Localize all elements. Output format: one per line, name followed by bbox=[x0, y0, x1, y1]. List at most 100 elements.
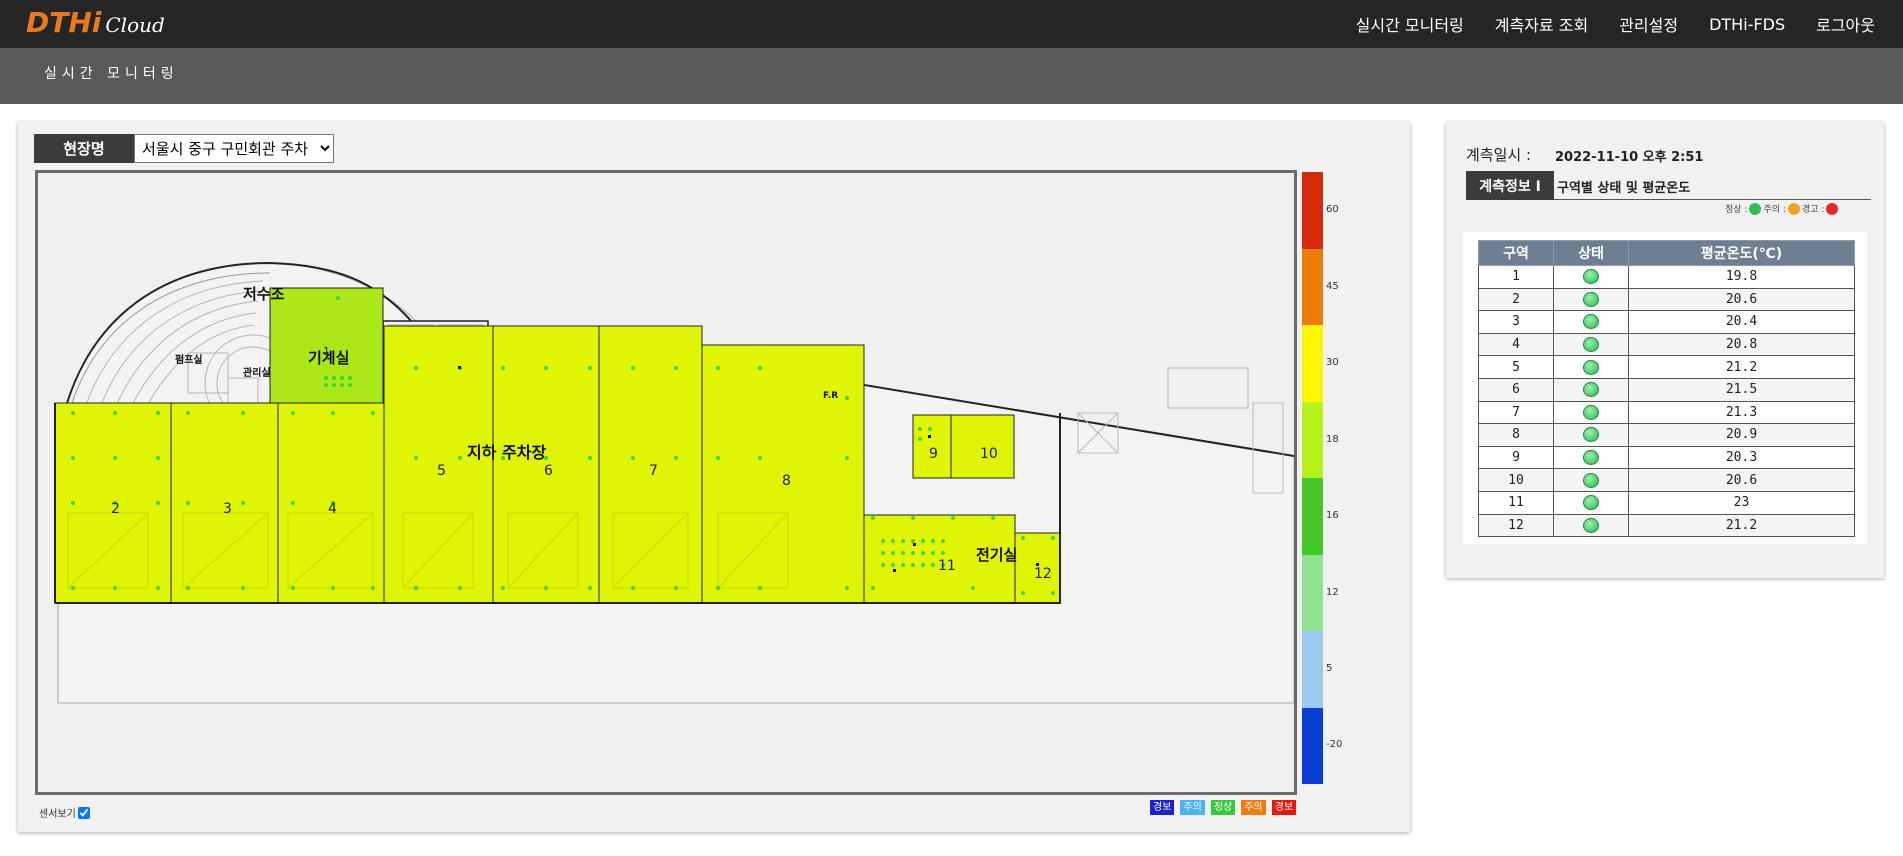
scale-step-16 bbox=[1302, 478, 1323, 555]
table-row: 2 20.6 bbox=[1478, 287, 1855, 312]
zone-cell: 9 bbox=[1478, 445, 1554, 470]
status-legend: 정상 : 주의 : 경고 : bbox=[1725, 202, 1839, 215]
avg-temp-cell: 21.2 bbox=[1628, 355, 1855, 379]
scale-step-60 bbox=[1302, 172, 1323, 249]
status-cell bbox=[1553, 490, 1629, 515]
status-cell bbox=[1553, 400, 1629, 425]
normal-status-icon bbox=[1583, 359, 1599, 375]
table-row: 10 20.6 bbox=[1478, 468, 1855, 492]
table-row: 7 21.3 bbox=[1478, 400, 1855, 425]
nav-management-settings[interactable]: 관리설정 bbox=[1619, 12, 1678, 36]
zone-cell: 5 bbox=[1478, 355, 1554, 379]
logo-main-text: DTHi bbox=[26, 6, 102, 39]
zone-label-3: 3 bbox=[223, 501, 232, 517]
info-divider bbox=[1554, 199, 1871, 200]
col-avg-temp: 평균온도(℃) bbox=[1628, 240, 1855, 266]
scale-tick-45: 45 bbox=[1326, 281, 1339, 292]
page-title: 실시간 모니터링 bbox=[44, 66, 179, 82]
badge-caution-low: 주의 bbox=[1180, 800, 1205, 815]
scale-tick-18: 18 bbox=[1326, 434, 1339, 445]
avg-temp-cell: 20.9 bbox=[1628, 423, 1855, 447]
sensor-view-checkbox[interactable] bbox=[77, 806, 90, 819]
badge-alarm-low: 경보 bbox=[1150, 800, 1175, 815]
status-cell bbox=[1553, 513, 1629, 538]
zone-label-7: 7 bbox=[649, 463, 658, 479]
zone-cell: 12 bbox=[1478, 513, 1554, 538]
label-management-room: 관리실 bbox=[243, 366, 271, 379]
avg-temp-cell: 20.6 bbox=[1628, 287, 1855, 312]
status-cell bbox=[1553, 287, 1629, 312]
zone-label-2: 2 bbox=[111, 501, 120, 517]
badge-caution-high: 주의 bbox=[1241, 800, 1266, 815]
status-badge-legend: 경보 주의 정상 주의 경보 bbox=[1150, 800, 1297, 815]
scale-step-12 bbox=[1302, 554, 1323, 631]
table-header-row: 구역 상태 평균온도(℃) bbox=[1478, 240, 1855, 266]
zone-label-1: 1 bbox=[323, 345, 330, 358]
status-cell bbox=[1553, 332, 1629, 357]
table-row: 1 19.8 bbox=[1478, 265, 1855, 289]
zone-cell: 1 bbox=[1478, 265, 1554, 289]
label-pump-room: 펌프실 bbox=[175, 353, 203, 366]
zone-label-10: 10 bbox=[980, 446, 998, 462]
zone-status-table: 구역 상태 평균온도(℃) 1 19.8 2 20.6 3 20.4 4 20.8 5 21.2 6… bbox=[1478, 240, 1855, 538]
status-legend-normal-label: 정상 : bbox=[1725, 205, 1748, 215]
col-zone: 구역 bbox=[1478, 240, 1554, 266]
avg-temp-cell: 21.3 bbox=[1628, 400, 1855, 425]
avg-temp-cell: 20.4 bbox=[1628, 310, 1855, 334]
zone-label-5: 5 bbox=[437, 463, 446, 479]
zone-cell: 4 bbox=[1478, 332, 1554, 357]
label-water-tank: 저수조 bbox=[243, 285, 285, 303]
measurement-time-label: 계측일시 : bbox=[1466, 146, 1532, 164]
dthi-logo[interactable]: DTHi Cloud bbox=[26, 6, 165, 42]
table-row: 12 21.2 bbox=[1478, 513, 1855, 538]
nav-realtime-monitoring[interactable]: 실시간 모니터링 bbox=[1356, 12, 1464, 36]
label-underground-parking: 지하 주차장 bbox=[467, 443, 546, 462]
scale-tick-30: 30 bbox=[1326, 357, 1339, 368]
normal-status-icon bbox=[1749, 202, 1762, 215]
normal-status-icon bbox=[1583, 291, 1599, 307]
nav-logout[interactable]: 로그아웃 bbox=[1816, 12, 1875, 36]
scale-tick-minus20: -20 bbox=[1326, 739, 1343, 750]
avg-temp-cell: 23 bbox=[1628, 490, 1855, 515]
status-legend-warning-label: 경고 : bbox=[1801, 205, 1825, 215]
status-cell bbox=[1553, 445, 1629, 470]
sub-header bbox=[0, 48, 1903, 104]
table-row: 8 20.9 bbox=[1478, 423, 1855, 447]
normal-status-icon bbox=[1583, 269, 1599, 285]
avg-temp-cell: 21.2 bbox=[1628, 513, 1855, 538]
label-fr: F.R bbox=[823, 391, 838, 401]
table-row: 9 20.3 bbox=[1478, 445, 1855, 470]
nav-dthi-fds[interactable]: DTHi-FDS bbox=[1709, 15, 1785, 34]
main-nav: 실시간 모니터링 계측자료 조회 관리설정 DTHi-FDS 로그아웃 bbox=[1356, 0, 1875, 48]
normal-status-icon bbox=[1583, 517, 1599, 533]
nav-measurement-data[interactable]: 계측자료 조회 bbox=[1495, 12, 1588, 36]
table-row: 6 21.5 bbox=[1478, 377, 1855, 402]
scale-step-45 bbox=[1302, 248, 1323, 325]
table-row: 3 20.4 bbox=[1478, 310, 1855, 334]
normal-status-icon bbox=[1583, 450, 1599, 466]
zone-cell: 3 bbox=[1478, 310, 1554, 334]
scale-tick-12: 12 bbox=[1326, 587, 1339, 598]
floor-plan-map: 저수조 기계실 펌프실 관리실 지하 주차장 F.R 전기실 1 2 3 4 5… bbox=[38, 173, 1295, 792]
zone-label-4: 4 bbox=[328, 501, 337, 517]
scale-tick-5: 5 bbox=[1326, 663, 1333, 674]
zone-label-12: 12 bbox=[1034, 566, 1052, 582]
info-section-desc: 구역별 상태 및 평균온도 bbox=[1557, 181, 1691, 196]
scale-tick-60: 60 bbox=[1326, 204, 1339, 215]
sensor-view-toggle: 센서보기 bbox=[39, 805, 90, 820]
table-row: 5 21.2 bbox=[1478, 355, 1855, 379]
label-electrical-room: 전기실 bbox=[976, 546, 1017, 564]
avg-temp-cell: 20.3 bbox=[1628, 445, 1855, 470]
zone-label-9: 9 bbox=[929, 446, 938, 462]
normal-status-icon bbox=[1583, 337, 1599, 353]
site-select[interactable]: 서울시 중구 구민회관 주차 bbox=[134, 134, 334, 163]
temperature-color-scale bbox=[1302, 172, 1323, 784]
status-cell bbox=[1553, 265, 1629, 289]
status-cell bbox=[1553, 468, 1629, 492]
avg-temp-cell: 19.8 bbox=[1628, 265, 1855, 289]
avg-temp-cell: 20.6 bbox=[1628, 468, 1855, 492]
zone-label-8: 8 bbox=[782, 473, 791, 489]
caution-status-icon bbox=[1787, 202, 1800, 215]
normal-status-icon bbox=[1583, 427, 1599, 443]
status-legend-caution-label: 주의 : bbox=[1763, 205, 1786, 215]
